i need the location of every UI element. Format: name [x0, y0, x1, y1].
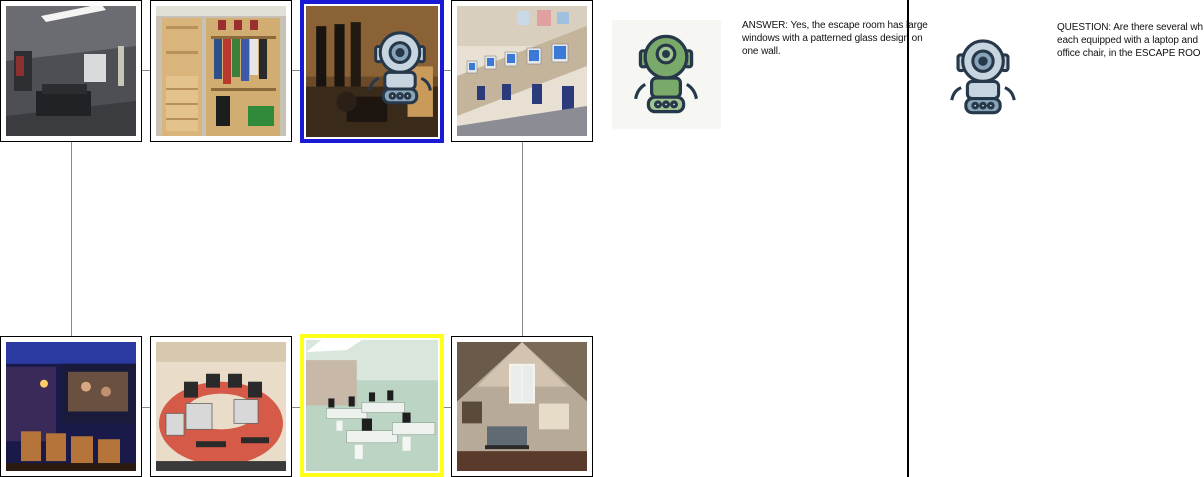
- room-tile-white-computer-lab[interactable]: [300, 334, 444, 477]
- connector-line: [71, 141, 72, 337]
- white-computer-lab-image: [306, 340, 438, 471]
- room-tile-escape-room[interactable]: [300, 0, 444, 143]
- green-robot-icon: [634, 34, 698, 114]
- answer-avatar: [612, 20, 721, 129]
- room-tile-home-cinema[interactable]: [0, 336, 142, 477]
- connector-line: [522, 141, 523, 337]
- home-theater-room-image: [6, 4, 136, 136]
- room-tile-closet[interactable]: [150, 0, 292, 142]
- room-tile-computer-lab-row[interactable]: [451, 0, 593, 142]
- round-computer-table-image: [156, 342, 286, 471]
- room-tile-attic-living-room[interactable]: [451, 336, 593, 477]
- closet-room-image: [156, 6, 286, 136]
- question-avatar-blue-robot-icon: [950, 39, 1016, 115]
- home-cinema-image: [6, 342, 136, 471]
- computer-lab-row-image: [457, 6, 587, 136]
- blue-robot-icon: [368, 31, 432, 105]
- room-tile-round-computer-table[interactable]: [150, 336, 292, 477]
- panel-divider: [907, 0, 909, 477]
- attic-living-room-image: [457, 342, 587, 471]
- room-tile-home-theater[interactable]: [0, 0, 142, 142]
- question-text: QUESTION: Are there several wh each equi…: [1057, 22, 1203, 59]
